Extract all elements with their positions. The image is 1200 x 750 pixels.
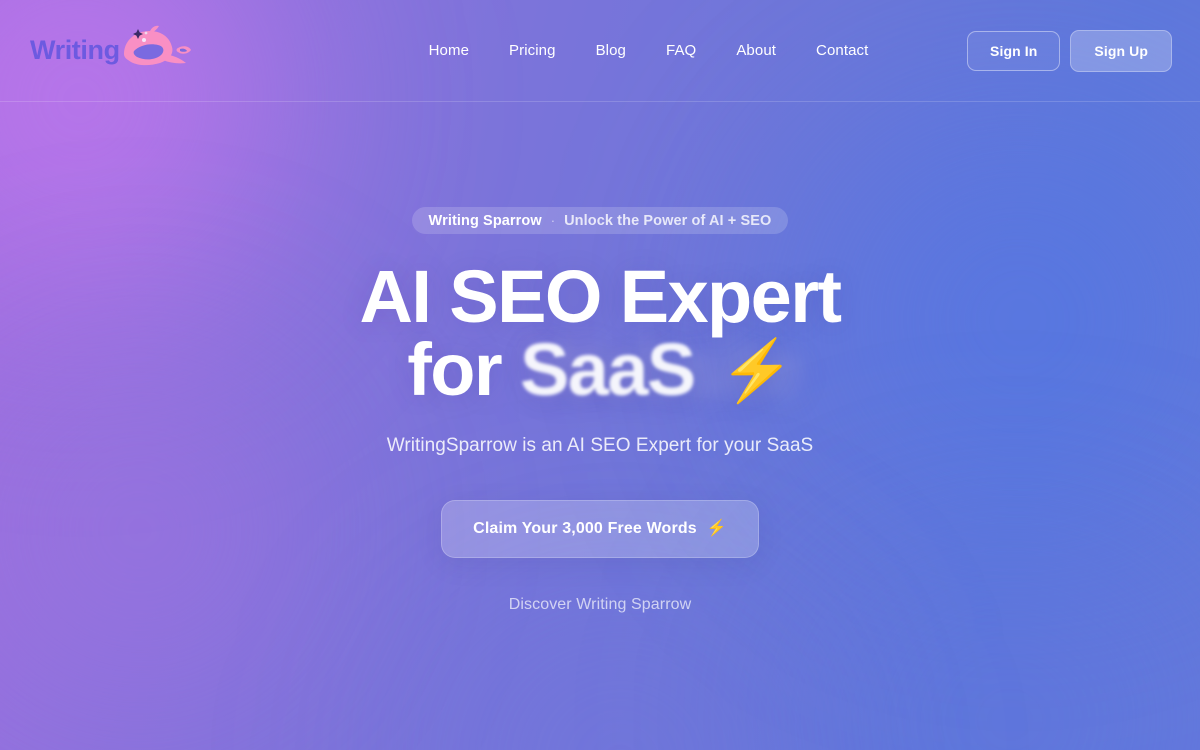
auth-button-group: Sign In Sign Up: [967, 29, 1172, 72]
hero-rotating-word: SaaS: [520, 328, 696, 412]
nav-item-pricing[interactable]: Pricing: [489, 33, 576, 68]
hero-badge-pill[interactable]: Writing Sparrow · Unlock the Power of AI…: [411, 207, 789, 234]
brand-wordmark: Writing: [30, 35, 120, 65]
site-header: Writing Home Pricing Blog FAQ About Cont…: [0, 0, 1200, 102]
nav-item-home[interactable]: Home: [409, 33, 489, 68]
hero-headline-static-word: for: [407, 328, 502, 412]
sparrow-bird-logo: [114, 24, 192, 77]
lightning-bolt-icon: ⚡: [719, 337, 795, 405]
cta-lightning-bolt-icon: ⚡: [706, 519, 727, 537]
nav-item-about[interactable]: About: [716, 33, 796, 68]
sign-in-button[interactable]: Sign In: [967, 30, 1061, 71]
hero-headline-line1: AI SEO Expert: [359, 255, 843, 338]
hero-section: Writing Sparrow · Unlock the Power of AI…: [0, 102, 1200, 750]
main-navigation: Home Pricing Blog FAQ About Contact: [330, 33, 967, 68]
hero-rotating-word-wrapper: Website SaaS: [520, 328, 803, 412]
discover-writing-sparrow-link[interactable]: Discover Writing Sparrow: [509, 596, 692, 614]
hero-headline-line2: for Website SaaS ⚡: [360, 328, 841, 412]
nav-item-blog[interactable]: Blog: [576, 33, 646, 68]
nav-item-contact[interactable]: Contact: [796, 33, 888, 68]
hero-badge-separator-dot: ·: [550, 213, 556, 228]
claim-free-words-button[interactable]: Claim Your 3,000 Free Words ⚡: [441, 499, 759, 558]
hero-badge-brand: Writing Sparrow: [428, 212, 542, 229]
brand-logo[interactable]: Writing: [30, 24, 330, 77]
hero-badge-tagline: Unlock the Power of AI + SEO: [564, 212, 772, 229]
claim-free-words-label: Claim Your 3,000 Free Words: [473, 519, 697, 537]
hero-headline: AI SEO Expert for Website SaaS ⚡: [360, 260, 843, 412]
hero-cta-wrapper: Claim Your 3,000 Free Words ⚡: [441, 499, 759, 558]
sign-up-button[interactable]: Sign Up: [1070, 29, 1172, 72]
nav-item-faq[interactable]: FAQ: [646, 33, 716, 68]
hero-subtitle: WritingSparrow is an AI SEO Expert for y…: [386, 434, 814, 456]
